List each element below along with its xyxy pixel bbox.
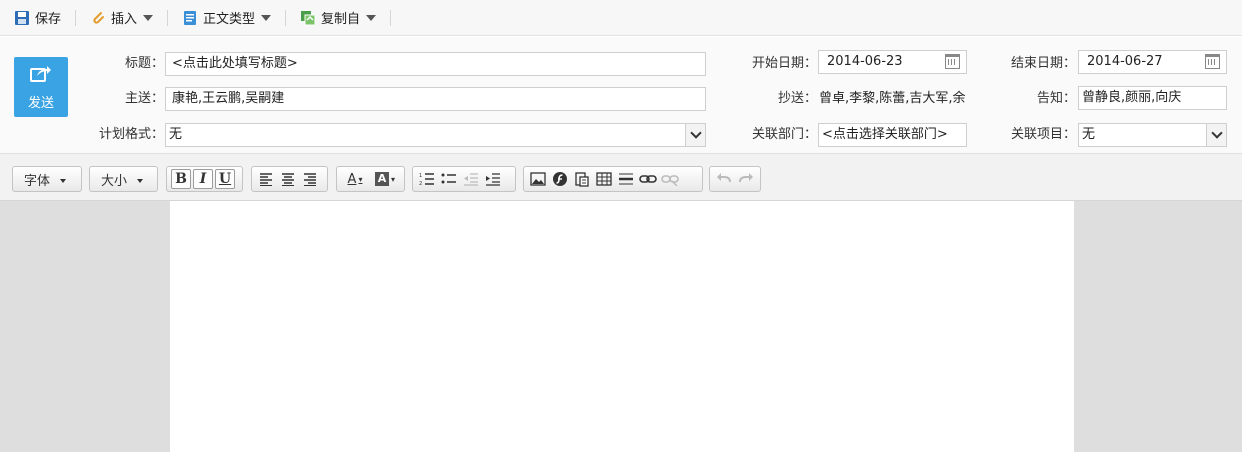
undo-icon[interactable] <box>714 169 734 189</box>
calendar-icon[interactable] <box>945 54 960 69</box>
title-input[interactable]: <点击此处填写标题> <box>165 52 706 76</box>
outdent-icon[interactable] <box>461 169 481 189</box>
chevron-down-icon <box>261 14 272 21</box>
horizontal-rule-icon[interactable] <box>616 169 636 189</box>
toolbar-divider <box>285 9 287 26</box>
notify-input[interactable]: 曾静良,颜丽,向庆 <box>1078 86 1227 110</box>
end-date-field[interactable]: 2014-06-27 <box>1078 50 1227 74</box>
plan-format-select[interactable]: 无 <box>165 123 706 147</box>
chevron-down-icon <box>60 179 67 183</box>
top-toolbar: 保存 插入 正文类型 复制自 <box>0 0 1242 36</box>
align-center-icon[interactable] <box>278 169 298 189</box>
related-project-select[interactable]: 无 <box>1078 123 1227 147</box>
redo-icon[interactable] <box>736 169 756 189</box>
share-arrow-icon <box>30 64 52 86</box>
size-dropdown[interactable]: 大小 <box>89 166 158 192</box>
underline-button[interactable]: U <box>215 169 235 189</box>
cc-field[interactable]: 曾卓,李黎,陈蕾,吉大军,余 <box>819 87 967 111</box>
image-icon[interactable] <box>528 169 548 189</box>
related-dept-label: 关联部门： <box>751 127 817 142</box>
document-icon <box>182 10 198 26</box>
body-type-button[interactable]: 正文类型 <box>176 6 277 30</box>
copy-from-label: 复制自 <box>321 12 361 27</box>
save-label: 保存 <box>35 12 62 27</box>
plan-format-value: 无 <box>169 127 183 142</box>
history-group <box>709 166 761 192</box>
insert-label: 插入 <box>111 12 138 27</box>
bold-button[interactable]: B <box>171 169 191 189</box>
message-form: 发送 标题： <点击此处填写标题> 开始日期： 2014-06-23 结束日期：… <box>0 37 1242 153</box>
paste-icon[interactable] <box>572 169 592 189</box>
toolbar-divider <box>75 9 77 26</box>
chevron-down-icon[interactable] <box>1206 124 1226 146</box>
size-label: 大小 <box>101 173 128 189</box>
cc-label: 抄送： <box>777 91 817 106</box>
chevron-down-icon[interactable] <box>685 124 705 146</box>
insert-button[interactable]: 插入 <box>84 6 159 30</box>
main-send-input[interactable]: 康艳,王云鹏,吴嗣建 <box>165 87 706 111</box>
main-send-label: 主送： <box>124 91 164 106</box>
toolbar-divider <box>390 9 392 26</box>
start-date-field[interactable]: 2014-06-23 <box>818 50 967 74</box>
insert-group <box>523 166 703 192</box>
unordered-list-icon[interactable] <box>439 169 459 189</box>
text-style-group: B I U <box>166 166 243 192</box>
align-group <box>251 166 328 192</box>
font-label: 字体 <box>24 173 51 189</box>
align-left-icon[interactable] <box>256 169 276 189</box>
flash-icon[interactable] <box>550 169 570 189</box>
editor-area <box>0 201 1242 452</box>
chevron-down-icon <box>137 179 144 183</box>
indent-icon[interactable] <box>483 169 503 189</box>
color-group: A ▾ A ▾ <box>336 166 405 192</box>
send-label: 发送 <box>27 95 54 111</box>
send-button[interactable]: 发送 <box>14 57 68 117</box>
start-date-value: 2014-06-23 <box>827 54 903 69</box>
svg-text:2: 2 <box>419 181 422 186</box>
align-right-icon[interactable] <box>300 169 320 189</box>
plan-format-label: 计划格式： <box>98 127 164 142</box>
chevron-down-icon <box>366 14 377 21</box>
floppy-disk-icon <box>14 10 30 26</box>
table-icon[interactable] <box>594 169 614 189</box>
chevron-down-icon <box>143 14 154 21</box>
end-date-value: 2014-06-27 <box>1087 54 1163 69</box>
save-button[interactable]: 保存 <box>8 6 67 30</box>
related-project-label: 关联项目： <box>1010 127 1076 142</box>
editor-toolbar: 字体 大小 B I U A ▾ A ▾ 12 <box>0 153 1242 201</box>
body-type-label: 正文类型 <box>203 12 256 27</box>
toolbar-divider <box>167 9 169 26</box>
calendar-icon[interactable] <box>1205 54 1220 69</box>
font-dropdown[interactable]: 字体 <box>12 166 82 192</box>
copy-icon <box>300 10 316 26</box>
bg-color-button[interactable]: A ▾ <box>371 169 399 189</box>
font-color-button[interactable]: A ▾ <box>341 169 369 189</box>
list-group: 12 <box>412 166 516 192</box>
related-dept-field[interactable]: <点击选择关联部门> <box>818 123 967 147</box>
paperclip-icon <box>90 10 106 26</box>
ordered-list-icon[interactable]: 12 <box>417 169 437 189</box>
copy-from-button[interactable]: 复制自 <box>294 6 382 30</box>
svg-text:1: 1 <box>419 173 422 179</box>
related-project-value: 无 <box>1082 127 1096 142</box>
end-date-label: 结束日期： <box>1010 56 1076 71</box>
start-date-label: 开始日期： <box>751 56 817 71</box>
title-label: 标题： <box>124 56 164 71</box>
editor-page[interactable] <box>170 201 1074 452</box>
unlink-icon[interactable] <box>660 169 680 189</box>
notify-label: 告知： <box>1036 91 1076 106</box>
link-icon[interactable] <box>638 169 658 189</box>
italic-button[interactable]: I <box>193 169 213 189</box>
